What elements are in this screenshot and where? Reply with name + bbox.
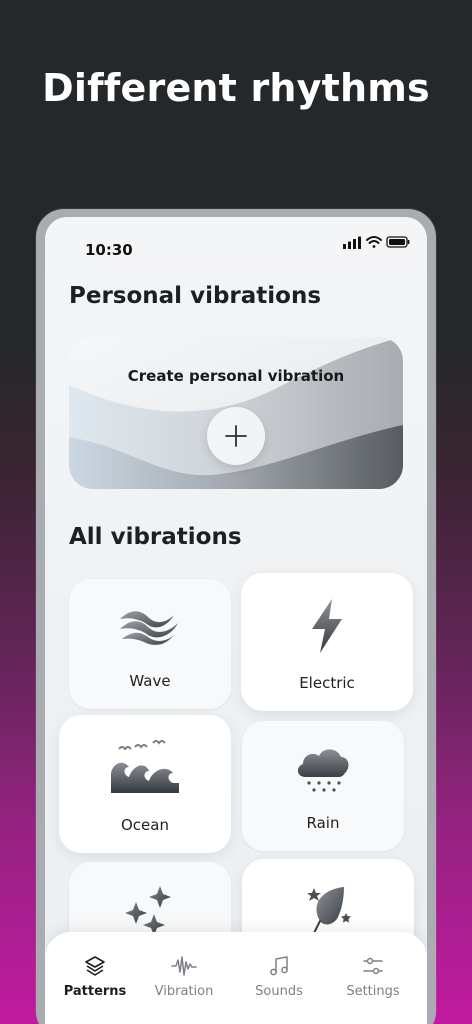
ocean-icon [111,740,179,793]
vibration-tile-electric[interactable]: Electric [241,573,413,711]
waveform-icon [171,956,197,976]
vibration-label-wave: Wave [129,672,171,690]
wave-icon [120,611,178,645]
tab-label-vibration: Vibration [154,984,214,999]
sparkles-icon [125,886,171,936]
headline: Different rhythms [42,66,430,110]
tab-sounds[interactable]: Sounds [231,954,327,999]
sliders-icon [363,957,383,975]
create-personal-vibration-card[interactable]: Create personal vibration [69,337,403,489]
bottom-tab-bar: Patterns Vibration Sounds Settings [45,932,427,1024]
signal-icon [343,236,361,249]
vibration-tile-wave[interactable]: Wave [69,579,231,709]
phone-screen: 10:30 Personal vibrations Create persona… [45,217,427,1024]
layers-icon [85,956,105,976]
vibration-label-rain: Rain [306,814,340,832]
tab-vibration[interactable]: Vibration [136,954,232,999]
music-note-icon [270,956,288,976]
vibration-tile-ocean[interactable]: Ocean [59,715,231,853]
battery-icon [386,236,410,248]
vibration-label-electric: Electric [299,674,355,692]
plus-icon [225,425,247,447]
wifi-icon [366,236,382,248]
tab-settings[interactable]: Settings [325,954,421,999]
lightning-icon [312,599,342,653]
vibration-tile-rain[interactable]: Rain [242,721,404,851]
all-vibrations-title: All vibrations [69,524,242,550]
tab-label-patterns: Patterns [63,984,127,999]
leaf-stars-icon [307,887,351,934]
vibration-label-ocean: Ocean [121,816,169,834]
create-personal-vibration-label: Create personal vibration [127,367,345,385]
tab-label-settings: Settings [346,984,400,999]
status-time: 10:30 [85,241,133,259]
tab-patterns[interactable]: Patterns [47,954,143,999]
status-icons [343,236,410,249]
add-vibration-button[interactable] [207,407,265,465]
rain-cloud-icon [297,749,349,792]
tab-label-sounds: Sounds [255,984,303,999]
personal-vibrations-title: Personal vibrations [69,283,322,309]
